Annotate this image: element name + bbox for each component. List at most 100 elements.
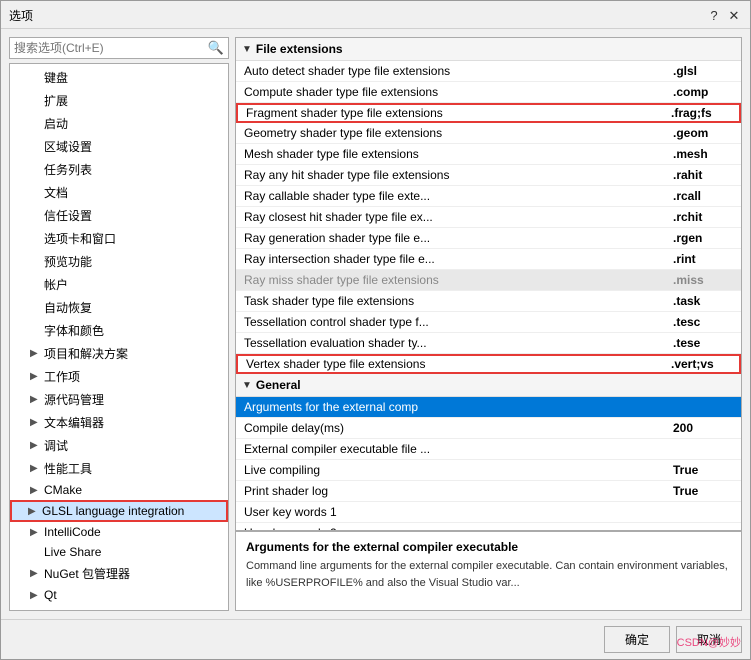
- ok-button[interactable]: 确定: [604, 626, 670, 653]
- settings-row[interactable]: Geometry shader type file extensions .ge…: [236, 123, 741, 144]
- setting-name: Fragment shader type file extensions: [246, 106, 671, 120]
- setting-name: Ray callable shader type file exte...: [244, 189, 673, 203]
- setting-value: .task: [673, 294, 733, 308]
- tree-item[interactable]: ▶项目和解决方案: [10, 342, 228, 365]
- watermark: CSDN@妙妙: [677, 634, 741, 650]
- setting-value: .miss: [673, 273, 733, 287]
- setting-value: 200: [673, 421, 733, 435]
- section-label: File extensions: [256, 42, 343, 56]
- setting-name: External compiler executable file ...: [244, 442, 673, 456]
- tree-item-label: CMake: [44, 483, 82, 497]
- expand-icon: ▶: [30, 371, 40, 382]
- tree-item[interactable]: 信任设置: [10, 204, 228, 227]
- tree-item[interactable]: ▶GLSL language integration: [10, 500, 228, 522]
- settings-row[interactable]: Ray generation shader type file e... .rg…: [236, 228, 741, 249]
- tree-item[interactable]: 键盘: [10, 66, 228, 89]
- settings-list: ▼ File extensions Auto detect shader type…: [236, 38, 741, 530]
- setting-name: Print shader log: [244, 484, 673, 498]
- settings-row[interactable]: Ray callable shader type file exte... .r…: [236, 186, 741, 207]
- collapse-icon: ▼: [242, 44, 252, 55]
- setting-value: .rint: [673, 252, 733, 266]
- settings-row[interactable]: External compiler executable file ...: [236, 439, 741, 460]
- tree-item[interactable]: ▶Qt: [10, 585, 228, 605]
- settings-row[interactable]: Vertex shader type file extensions .vert…: [236, 354, 741, 374]
- settings-row[interactable]: Print shader log True: [236, 481, 741, 502]
- tree-item[interactable]: ▶IntelliCode: [10, 522, 228, 542]
- tree-item[interactable]: 扩展: [10, 89, 228, 112]
- description-panel: Arguments for the external compiler exec…: [236, 530, 741, 610]
- setting-name: Live compiling: [244, 463, 673, 477]
- collapse-icon: ▼: [242, 380, 252, 391]
- tree-item[interactable]: 文档: [10, 181, 228, 204]
- tree-panel[interactable]: 键盘 扩展 启动 区域设置 任务列表 文档 信任设置 选项卡和窗口 预览功能 帐…: [9, 63, 229, 611]
- section-header-file-ext[interactable]: ▼ File extensions: [236, 38, 741, 61]
- tree-item-label: 工作项: [44, 368, 80, 385]
- tree-item[interactable]: ▶ 工作项: [10, 365, 228, 388]
- setting-value: .rgen: [673, 231, 733, 245]
- settings-row[interactable]: Mesh shader type file extensions .mesh: [236, 144, 741, 165]
- expand-icon: ▶: [30, 417, 40, 428]
- tree-item[interactable]: 预览功能: [10, 250, 228, 273]
- settings-row[interactable]: Tessellation evaluation shader ty... .te…: [236, 333, 741, 354]
- settings-row[interactable]: User key words 1: [236, 502, 741, 523]
- tree-item[interactable]: 帐户: [10, 273, 228, 296]
- title-controls: ? ✕: [706, 8, 742, 24]
- tree-item[interactable]: 任务列表: [10, 158, 228, 181]
- tree-item[interactable]: ▶NuGet 包管理器: [10, 562, 228, 585]
- tree-item-label: 源代码管理: [44, 391, 104, 408]
- settings-row[interactable]: Ray miss shader type file extensions .mi…: [236, 270, 741, 291]
- setting-value: .rchit: [673, 210, 733, 224]
- setting-value: .vert;vs: [671, 357, 731, 371]
- setting-name: Ray closest hit shader type file ex...: [244, 210, 673, 224]
- setting-value: .comp: [673, 85, 733, 99]
- help-button[interactable]: ?: [706, 8, 722, 24]
- tree-item[interactable]: Live Share: [10, 542, 228, 562]
- settings-row[interactable]: Ray any hit shader type file extensions …: [236, 165, 741, 186]
- section-header-general[interactable]: ▼General: [236, 374, 741, 397]
- setting-name: Ray intersection shader type file e...: [244, 252, 673, 266]
- settings-row[interactable]: Auto detect shader type file extensions …: [236, 61, 741, 82]
- settings-row[interactable]: Task shader type file extensions .task: [236, 291, 741, 312]
- search-input[interactable]: [14, 41, 204, 55]
- setting-name: Vertex shader type file extensions: [246, 357, 671, 371]
- tree-item[interactable]: 区域设置: [10, 135, 228, 158]
- setting-name: Compute shader type file extensions: [244, 85, 673, 99]
- tree-item[interactable]: ▶ 源代码管理: [10, 388, 228, 411]
- tree-item[interactable]: ▶调试: [10, 434, 228, 457]
- tree-item-label: 信任设置: [44, 207, 92, 224]
- tree-item-label: 启动: [44, 115, 68, 132]
- settings-row[interactable]: Compile delay(ms) 200: [236, 418, 741, 439]
- tree-item[interactable]: ▶CMake: [10, 480, 228, 500]
- settings-row[interactable]: Ray closest hit shader type file ex... .…: [236, 207, 741, 228]
- setting-value: .rcall: [673, 189, 733, 203]
- setting-name: User key words 1: [244, 505, 673, 519]
- tree-item[interactable]: ▶性能工具: [10, 457, 228, 480]
- expand-icon: ▶: [30, 394, 40, 405]
- setting-value: True: [673, 484, 733, 498]
- tree-item-label: 区域设置: [44, 138, 92, 155]
- tree-item[interactable]: ▶Web Forms 设计器: [10, 605, 228, 611]
- tree-item-label: 预览功能: [44, 253, 92, 270]
- settings-row[interactable]: Compute shader type file extensions .com…: [236, 82, 741, 103]
- setting-name: Ray miss shader type file extensions: [244, 273, 673, 287]
- tree-item-label: 文档: [44, 184, 68, 201]
- title-bar: 选项 ? ✕: [1, 1, 750, 29]
- tree-item[interactable]: 启动: [10, 112, 228, 135]
- settings-row[interactable]: Arguments for the external comp: [236, 397, 741, 418]
- settings-row[interactable]: Ray intersection shader type file e... .…: [236, 249, 741, 270]
- setting-name: Tessellation evaluation shader ty...: [244, 336, 673, 350]
- close-button[interactable]: ✕: [726, 8, 742, 24]
- expand-icon: ▶: [30, 590, 40, 601]
- settings-row[interactable]: Live compiling True: [236, 460, 741, 481]
- settings-row[interactable]: Fragment shader type file extensions .fr…: [236, 103, 741, 123]
- tree-item[interactable]: 选项卡和窗口: [10, 227, 228, 250]
- tree-item[interactable]: 字体和颜色: [10, 319, 228, 342]
- options-dialog: 选项 ? ✕ 🔍 键盘 扩展 启动 区域设置 任务列表 文档 信任设置 选项卡和…: [0, 0, 751, 660]
- tree-item[interactable]: ▶文本编辑器: [10, 411, 228, 434]
- tree-item[interactable]: 自动恢复: [10, 296, 228, 319]
- setting-name: Tessellation control shader type f...: [244, 315, 673, 329]
- settings-row[interactable]: Tessellation control shader type f... .t…: [236, 312, 741, 333]
- settings-row[interactable]: User key words 2: [236, 523, 741, 530]
- description-title: Arguments for the external compiler exec…: [246, 540, 731, 554]
- tree-item-label: Web Forms 设计器: [44, 608, 145, 611]
